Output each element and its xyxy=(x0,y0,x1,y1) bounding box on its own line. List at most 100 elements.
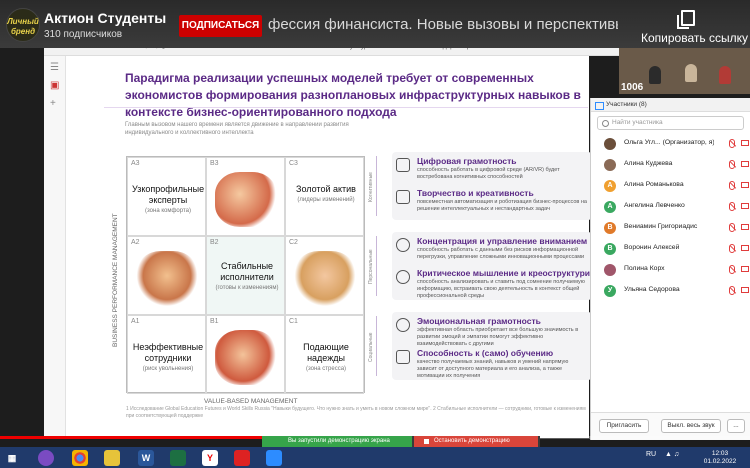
cell-text: Золотой актив (лидеры изменений) xyxy=(296,184,356,203)
participant-name: Ульяна Седорова xyxy=(624,286,680,293)
mic-off-icon[interactable] xyxy=(729,181,735,190)
group-label-line xyxy=(376,316,384,376)
time: 12:03 xyxy=(711,450,729,457)
subscriber-count: 310 подписчиков xyxy=(44,29,123,40)
language-indicator[interactable]: RU xyxy=(646,451,656,458)
skill-desc: способность работать с данными без риско… xyxy=(417,247,585,260)
group-label-line xyxy=(376,156,384,216)
add-icon[interactable]: + xyxy=(50,98,56,109)
channel-logo[interactable]: Личный бренд xyxy=(6,8,40,42)
skill-title: Творчество и креативность xyxy=(417,188,534,198)
excel-icon[interactable] xyxy=(170,450,186,466)
avatar xyxy=(604,159,616,171)
folder-icon[interactable] xyxy=(104,450,120,466)
participant-row[interactable]: У Ульяна Седорова xyxy=(591,281,750,302)
yandex-icon[interactable]: Y xyxy=(202,450,218,466)
copy-link-icon[interactable] xyxy=(677,10,695,29)
channel-name[interactable]: Актион Студенты xyxy=(44,10,166,26)
camera-off-icon[interactable] xyxy=(741,203,749,209)
cell-code: A3 xyxy=(131,160,140,167)
cell-text: Подающие надежды (зона стресса) xyxy=(303,342,349,372)
cell-code: C2 xyxy=(289,239,298,246)
video-title[interactable]: фессия финансиста. Новые вызовы и перспе… xyxy=(268,16,618,33)
tray-icons[interactable]: ▲ ♫ xyxy=(665,451,679,458)
avatar: А xyxy=(604,201,616,213)
cell-code: C1 xyxy=(289,318,298,325)
screen-share-bar: Вы запустили демонстрацию экрана Останов… xyxy=(262,436,540,447)
avatar xyxy=(604,138,616,150)
person xyxy=(649,66,661,84)
participant-row[interactable]: В Вениамин Григориадис xyxy=(591,218,750,239)
chrome-icon[interactable] xyxy=(72,450,88,466)
mic-off-icon[interactable] xyxy=(729,223,735,232)
camera-off-icon[interactable] xyxy=(741,161,749,167)
mic-off-icon[interactable] xyxy=(729,160,735,169)
presentation-slide: Парадигма реализации успешных моделей тр… xyxy=(104,62,614,432)
avatar: В xyxy=(604,222,616,234)
participant-row[interactable]: А Ангелина Левченко xyxy=(591,197,750,218)
mic-off-icon[interactable] xyxy=(729,265,735,274)
stopwatch-icon xyxy=(396,238,410,252)
participant-search-input[interactable]: Найти участника xyxy=(597,116,744,130)
cell-c1: C1 Подающие надежды (зона стресса) xyxy=(285,315,364,394)
cell-a1: A1 Неэффективные сотрудники (риск увольне… xyxy=(127,315,206,394)
word-icon[interactable]: W xyxy=(138,450,154,466)
cell-code: C3 xyxy=(289,160,298,167)
camera-off-icon[interactable] xyxy=(741,245,749,251)
mic-off-icon[interactable] xyxy=(729,202,735,211)
camera-off-icon[interactable] xyxy=(741,266,749,272)
skill-desc: эффективная область приобретает все боль… xyxy=(417,327,579,347)
cartoon-image xyxy=(294,251,356,306)
date: 01.02.2022 xyxy=(703,458,737,465)
cell-b3: B3 xyxy=(206,157,285,236)
zoom-icon[interactable] xyxy=(266,450,282,466)
cell-code: B2 xyxy=(210,239,219,246)
participant-row[interactable]: В Воронин Алексей xyxy=(591,239,750,260)
cell-b2: B2 Стабильные исполнители (готовы к измен… xyxy=(206,236,285,315)
group-label: Когнитивные xyxy=(368,172,374,202)
participant-row[interactable]: Алина Куджева xyxy=(591,155,750,176)
x-axis-label: VALUE-BASED MANAGEMENT xyxy=(204,398,298,405)
participant-name: Ангелина Левченко xyxy=(624,202,685,209)
skill-title: Эмоциональная грамотность xyxy=(417,316,541,326)
mute-all-button[interactable]: Выкл. весь звук xyxy=(661,419,721,433)
camera-off-icon[interactable] xyxy=(741,224,749,230)
mic-off-icon[interactable] xyxy=(729,286,735,295)
cartoon-image xyxy=(215,330,277,385)
talent-matrix: A3 Узкопрофильные эксперты (зона комфорта… xyxy=(126,156,365,394)
pdf-icon[interactable]: ▣ xyxy=(50,80,59,91)
copy-link-label[interactable]: Копировать ссылку xyxy=(641,31,748,45)
cell-code: B1 xyxy=(210,318,219,325)
pdf-sidebar: ☰ ▣ + xyxy=(44,56,66,436)
camera-off-icon[interactable] xyxy=(741,287,749,293)
skill-desc: способность анализировать и ставить под … xyxy=(417,279,585,299)
camera-off-icon[interactable] xyxy=(741,140,749,146)
cartoon-image xyxy=(215,172,277,227)
participant-row[interactable]: Ольга Угл... (Организатор, я) xyxy=(591,134,750,155)
more-button[interactable]: ... xyxy=(727,419,745,433)
menu-icon[interactable]: ☰ xyxy=(50,62,59,73)
mic-off-icon[interactable] xyxy=(729,244,735,253)
stop-sharing-button[interactable]: Остановить демонстрацию xyxy=(414,436,538,447)
mic-off-icon[interactable] xyxy=(729,139,735,148)
participants-panel: Участники (8) Найти участника Ольга Угл.… xyxy=(590,98,750,440)
skill-title: Концентрация и управление вниманием xyxy=(417,236,588,246)
invite-button[interactable]: Пригласить xyxy=(599,419,649,433)
record-icon[interactable] xyxy=(234,450,250,466)
camera-off-icon[interactable] xyxy=(741,182,749,188)
cell-text: Неэффективные сотрудники (риск увольнения… xyxy=(132,342,204,372)
cell-text: Узкопрофильные эксперты (зона комфорта) xyxy=(132,184,205,214)
cell-code: A2 xyxy=(131,239,140,246)
skill-title: Способность к (само) обучению xyxy=(417,348,554,358)
group-label: Персональные xyxy=(368,249,374,284)
app-icon[interactable] xyxy=(38,450,54,466)
clock[interactable]: 12:03 01.02.2022 xyxy=(700,450,740,466)
participant-row[interactable]: А Алина Романькова xyxy=(591,176,750,197)
divider xyxy=(104,107,588,108)
participant-row[interactable]: Полина Корх xyxy=(591,260,750,281)
start-icon[interactable]: ▦ xyxy=(4,450,20,466)
subscribe-button[interactable]: ПОДПИСАТЬСЯ xyxy=(179,15,262,37)
webcam-id: 1006 xyxy=(621,82,644,93)
graduation-cap-icon xyxy=(396,350,410,364)
participant-name: Полина Корх xyxy=(624,265,665,272)
